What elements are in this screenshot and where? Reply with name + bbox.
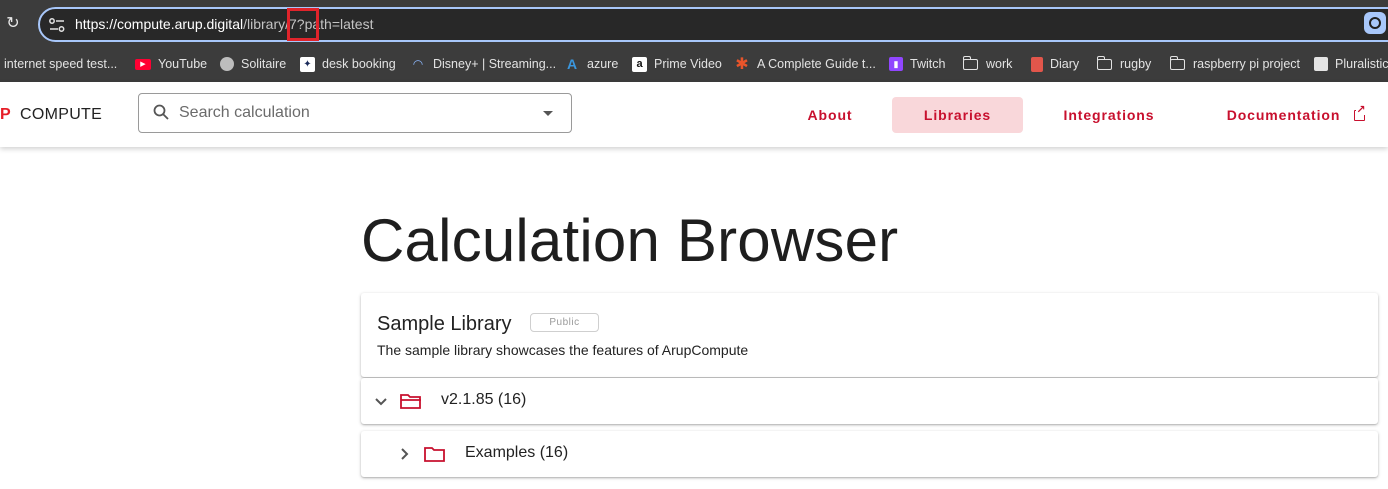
amazon-icon: a [632,56,647,72]
bookmark-twitch[interactable]: ▮ Twitch [889,55,945,73]
diary-icon [1031,56,1043,72]
bookmark-folder-work[interactable]: work [962,55,1012,73]
nav-documentation-label: Documentation [1226,107,1341,123]
version-label: v2.1.85 (16) [441,391,527,408]
twitch-icon: ▮ [889,57,903,71]
globe-icon [220,57,234,71]
browser-toolbar: ↻ https://compute.arup.digital/library/7… [0,0,1388,46]
bookmark-desk-booking[interactable]: ✦ desk booking [300,55,396,73]
bookmark-complete-guide[interactable]: ✱ A Complete Guide t... [734,55,876,73]
folder-open-icon [400,394,421,409]
nav-documentation[interactable]: Documentation [1212,97,1380,133]
bookmark-folder-rugby[interactable]: rugby [1096,55,1151,73]
pluralistic-icon [1314,57,1328,71]
asterisk-icon: ✱ [735,56,749,73]
url-text: https://compute.arup.digital/library/7?p… [75,16,374,32]
bookmark-solitaire[interactable]: Solitaire [220,55,286,73]
folder-icon [962,55,978,70]
search-box[interactable] [138,93,572,133]
tree-row-examples[interactable]: Examples (16) [361,431,1378,477]
bookmark-folder-raspberry-pi[interactable]: raspberry pi project [1169,55,1300,73]
bookmark-pluralistic[interactable]: Pluralistic [1314,55,1388,73]
bookmark-prime-video[interactable]: a Prime Video [632,55,722,73]
visibility-badge: Public [530,313,599,332]
bookmark-diary[interactable]: Diary [1031,55,1079,73]
google-lens-icon[interactable] [1364,12,1386,34]
library-description: The sample library showcases the feature… [377,342,749,358]
reload-icon[interactable]: ↻ [4,14,22,32]
external-link-icon [1354,104,1367,121]
bookmark-disney[interactable]: ◠ Disney+ | Streaming... [410,55,556,73]
search-icon [153,104,169,120]
azure-icon: A [566,56,578,72]
desk-booking-icon: ✦ [300,56,315,72]
bookmark-azure[interactable]: Aazure [564,55,618,73]
arup-logo[interactable]: P [0,106,11,124]
chevron-down-icon[interactable] [374,395,388,409]
nav-libraries[interactable]: Libraries [892,97,1023,133]
search-input[interactable] [179,103,519,123]
chevron-right-icon[interactable] [398,447,412,461]
folder-icon [424,447,445,462]
tree-row-version[interactable]: v2.1.85 (16) [361,378,1378,424]
address-bar[interactable]: https://compute.arup.digital/library/7?p… [38,7,1388,42]
chevron-down-icon[interactable] [543,111,553,116]
library-card[interactable]: Sample Library Public The sample library… [361,293,1378,377]
app-header: P COMPUTE About Libraries Integrations D… [0,82,1388,147]
bookmarks-bar: internet speed test... ▶ YouTube Solitair… [0,46,1388,82]
folder-icon [1169,55,1185,70]
page-title: Calculation Browser [361,207,899,274]
bookmark-speedtest[interactable]: internet speed test... [4,55,117,73]
bookmark-youtube[interactable]: ▶ YouTube [135,55,207,73]
disney-icon: ◠ [412,57,424,71]
compute-logo-text[interactable]: COMPUTE [20,106,102,124]
folder-label: Examples (16) [465,444,569,461]
folder-icon [1096,55,1112,70]
library-name: Sample Library [377,313,512,335]
url-highlight-annotation [287,8,319,41]
youtube-icon: ▶ [135,58,151,70]
nav-integrations[interactable]: Integrations [1050,97,1168,133]
nav-about[interactable]: About [792,97,868,133]
site-info-icon[interactable] [48,17,66,33]
